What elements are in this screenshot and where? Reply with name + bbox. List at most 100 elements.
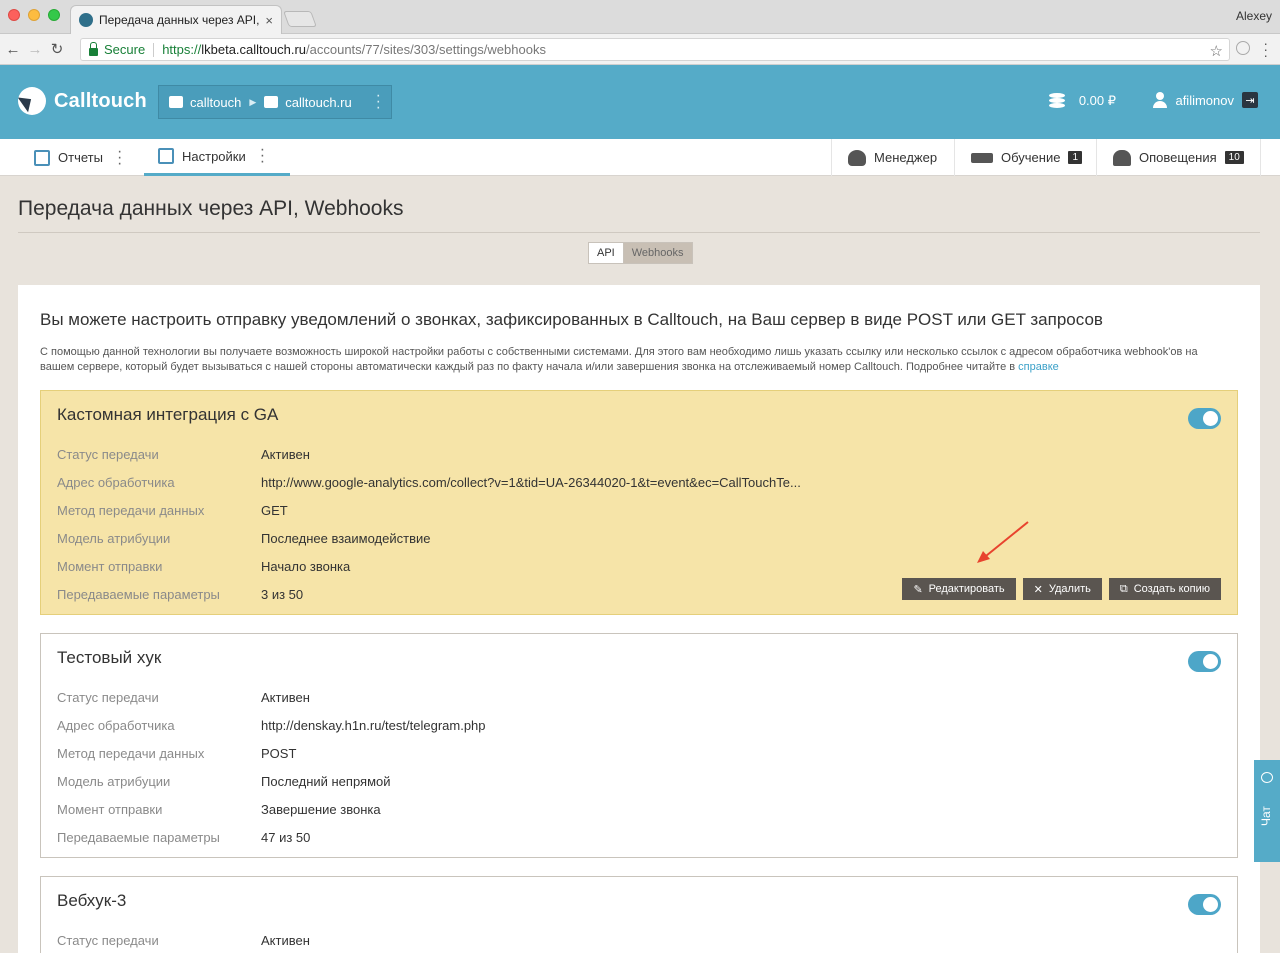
crumb-account[interactable]: calltouch [190,95,241,110]
row-params: Передаваемые параметры 3 из 50 [57,587,303,602]
crumb-site[interactable]: calltouch.ru [285,95,351,110]
delete-label: Удалить [1048,583,1091,595]
edit-label: Редактировать [928,583,1005,595]
url-scheme: https:// [162,42,202,57]
webhook-card: Вебхук-3 Статус передачи Активен [40,876,1238,953]
briefcase-icon [169,96,183,108]
tab-api[interactable]: API [588,242,624,264]
bookmark-star-icon[interactable]: ☆ [1210,42,1223,60]
balance[interactable]: 0.00 ₽ [1048,93,1116,109]
nav-manager[interactable]: Менеджер [831,139,953,176]
graduation-cap-icon [971,152,993,163]
webhook-title: Кастомная интеграция с GA [57,405,279,424]
row-address: Адрес обработчика http://denskay.h1n.ru/t… [57,718,486,733]
webhook-toggle[interactable] [1188,651,1221,672]
reports-icon [34,149,50,166]
value-moment: Начало звонка [261,559,351,574]
browser-tab-bar: Передача данных через API, × Alexey [0,0,1280,34]
label-params: Передаваемые параметры [57,587,220,602]
row-status: Статус передачи Активен [57,447,310,462]
browser-tab[interactable]: Передача данных через API, × [70,5,282,34]
label-moment: Момент отправки [57,802,163,817]
webhook-toggle[interactable] [1188,894,1221,915]
nav-notifications[interactable]: Оповещения 10 [1096,139,1261,176]
minimize-window-button[interactable] [28,9,40,21]
browser-profile-name[interactable]: Alexey [1236,9,1272,23]
manager-icon [848,149,866,166]
panel-lead: Вы можете настроить отправку уведомлений… [40,310,1103,329]
label-moment: Момент отправки [57,559,163,574]
balance-value: 0.00 ₽ [1078,93,1116,108]
forward-icon[interactable]: → [24,41,46,58]
pencil-icon: ✎ [913,583,923,596]
maximize-window-button[interactable] [48,9,60,21]
logout-icon[interactable]: ⇥ [1242,92,1258,108]
notifications-badge: 10 [1224,151,1244,164]
nav-reports-label: Отчеты [58,150,103,165]
value-method: POST [261,746,297,761]
row-method: Метод передачи данных GET [57,503,288,518]
help-link[interactable]: справке [1018,361,1059,373]
webhook-actions: ✎ Редактировать ✕ Удалить ⧉ Создать копию [902,578,1221,600]
webhook-card: Тестовый хук Статус передачи Активен Адре… [40,633,1238,858]
close-icon: ✕ [1033,583,1043,596]
row-model: Модель атрибуции Последний непрямой [57,774,391,789]
row-status: Статус передачи Активен [57,690,310,705]
page-title: Передача данных через API, Webhooks [18,197,404,220]
value-status: Активен [261,933,310,948]
close-window-button[interactable] [8,9,20,21]
tab-webhooks[interactable]: Webhooks [623,242,693,264]
webhook-title: Вебхук-3 [57,891,127,910]
webhook-toggle[interactable] [1188,408,1221,429]
value-address: http://www.google-analytics.com/collect?… [261,475,801,490]
nav-settings-label: Настройки [182,148,246,164]
value-status: Активен [261,447,310,462]
nav-reports[interactable]: Отчеты · · · [20,139,144,176]
chat-label: Чат [1259,806,1273,826]
settings-sliders-icon [158,148,174,164]
copy-button[interactable]: ⧉ Создать копию [1108,578,1221,600]
switcher-kebab-icon[interactable]: · · · [376,88,381,116]
value-model: Последнее взаимодействие [261,531,431,546]
label-address: Адрес обработчика [57,475,175,490]
label-model: Модель атрибуции [57,531,171,546]
label-status: Статус передачи [57,447,159,462]
lock-icon [89,41,98,56]
reports-kebab-icon[interactable]: · · · [117,143,122,171]
url-input[interactable]: Secure https:// lkbeta.calltouch.ru /acc… [80,38,1230,61]
tab-title: Передача данных через API, [99,13,260,27]
omnibox-divider [153,42,155,57]
extension-icon[interactable] [1236,41,1250,55]
nav-training[interactable]: Обучение 1 [954,139,1098,176]
calltouch-favicon-icon [79,13,93,27]
settings-kebab-icon[interactable]: · · · [260,142,265,170]
site-icon [264,96,279,108]
panel-description: С помощью данной технологии вы получаете… [40,345,1200,375]
browser-address-bar: ← → ↻ Secure https:// lkbeta.calltouch.r… [0,34,1280,65]
tab-close-icon[interactable]: × [265,13,273,28]
reload-icon[interactable]: ↻ [46,40,68,58]
label-params: Передаваемые параметры [57,830,220,845]
back-icon[interactable]: ← [2,41,24,58]
label-method: Метод передачи данных [57,503,205,518]
value-moment: Завершение звонка [261,802,381,817]
label-method: Метод передачи данных [57,746,205,761]
delete-button[interactable]: ✕ Удалить [1022,578,1102,600]
edit-button[interactable]: ✎ Редактировать [902,578,1016,600]
row-address: Адрес обработчика http://www.google-analy… [57,475,801,490]
training-badge: 1 [1068,151,1083,164]
nav-settings[interactable]: Настройки · · · [144,139,290,176]
new-tab-button[interactable] [283,11,317,27]
value-status: Активен [261,690,310,705]
label-model: Модель атрибуции [57,774,171,789]
account-site-switcher[interactable]: calltouch ▶ calltouch.ru · · · [158,85,392,119]
crumb-arrow-icon: ▶ [249,96,257,107]
calltouch-logo[interactable]: Calltouch [18,87,147,115]
calltouch-logo-icon [18,87,46,115]
app-nav: Отчеты · · · Настройки · · · Менеджер Обучен… [0,139,1280,176]
row-model: Модель атрибуции Последнее взаимодействие [57,531,430,546]
chat-tab[interactable]: Чат [1254,760,1280,862]
value-params: 47 из 50 [261,830,311,845]
browser-menu-icon[interactable]: · · · [1263,36,1268,62]
user-menu[interactable]: afilimonov ⇥ [1153,92,1258,108]
